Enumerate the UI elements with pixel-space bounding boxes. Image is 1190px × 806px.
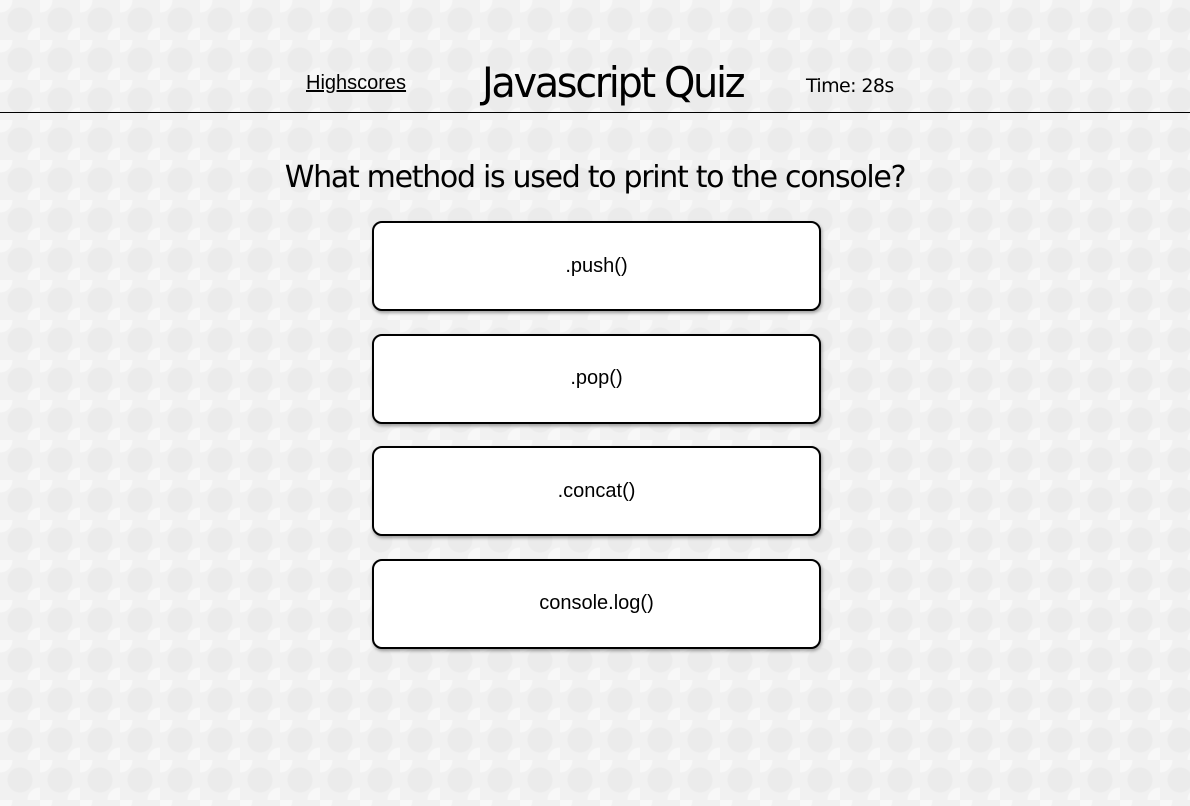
page-header: Highscores Javascript Quiz Time: 28s xyxy=(0,0,1190,113)
page-title: Javascript Quiz xyxy=(482,58,746,107)
timer-display: Time: 28s xyxy=(806,75,894,97)
answer-button-push[interactable]: .push() xyxy=(372,221,821,311)
answer-list: .push() .pop() .concat() console.log() xyxy=(372,221,821,671)
question-text: What method is used to print to the cons… xyxy=(284,160,907,195)
answer-button-console-log[interactable]: console.log() xyxy=(372,558,821,649)
highscores-link[interactable]: Highscores xyxy=(306,72,406,95)
answer-button-pop[interactable]: .pop() xyxy=(372,333,821,424)
answer-button-concat[interactable]: .concat() xyxy=(372,446,821,536)
